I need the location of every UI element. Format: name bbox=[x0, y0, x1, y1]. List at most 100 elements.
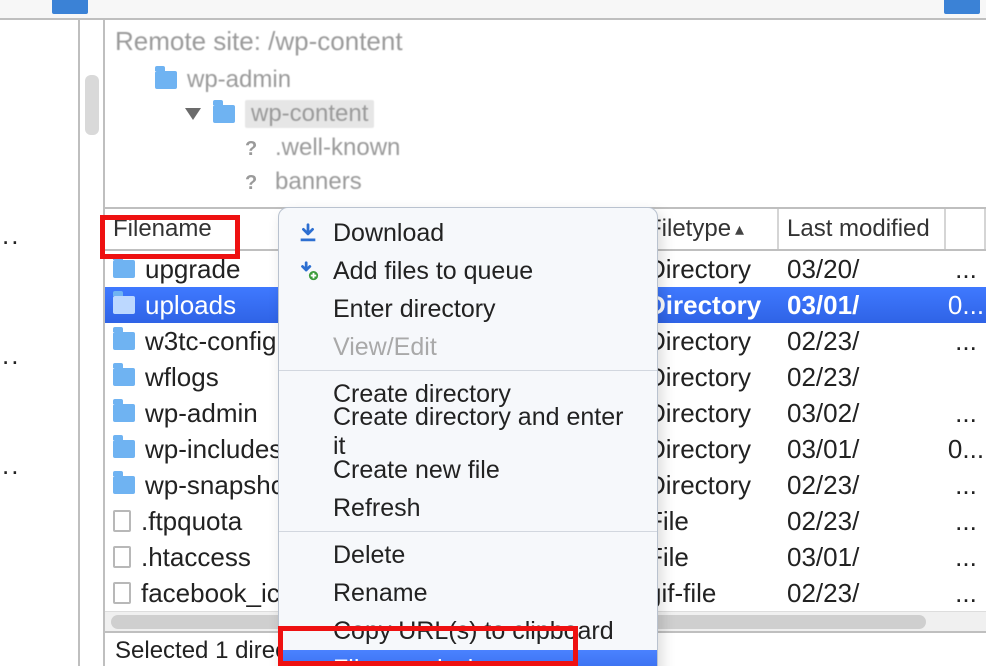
menu-item-label: Create new file bbox=[333, 456, 500, 485]
file-name-label: wp-admin bbox=[145, 398, 258, 429]
file-type-label: Directory bbox=[647, 434, 751, 464]
folder-icon bbox=[155, 71, 177, 89]
tree-item-label: .well-known bbox=[275, 134, 400, 162]
menu-item-refresh[interactable]: Refresh bbox=[279, 489, 657, 527]
file-modified-label: 03/20/ bbox=[787, 254, 859, 284]
tree-item-wp-admin[interactable]: wp-admin bbox=[115, 63, 976, 97]
file-icon bbox=[113, 510, 131, 532]
file-name-label: wp-includes bbox=[145, 434, 282, 465]
folder-icon bbox=[113, 296, 135, 314]
column-header-modified[interactable]: Last modified bbox=[779, 209, 946, 249]
file-name-label: .ftpquota bbox=[141, 506, 242, 537]
file-name-label: w3tc-config bbox=[145, 326, 277, 357]
download-icon bbox=[297, 222, 319, 244]
overflow-label: ... bbox=[955, 326, 977, 356]
file-name-label: facebook_ic bbox=[141, 578, 280, 609]
column-header-overflow[interactable] bbox=[946, 209, 986, 249]
menu-item-label: View/Edit bbox=[333, 333, 437, 362]
file-type-label: Directory bbox=[647, 470, 751, 500]
file-type-label: Directory bbox=[647, 398, 751, 428]
file-modified-label: 03/01/ bbox=[787, 290, 859, 320]
file-name-label: .htaccess bbox=[141, 542, 251, 573]
menu-item-create-and-enter[interactable]: Create directory and enter it bbox=[279, 413, 657, 451]
ellipsis-icon: .. bbox=[2, 220, 20, 251]
overflow-label: 0... bbox=[948, 434, 984, 464]
remote-tree[interactable]: Remote site: /wp-content wp-admin wp-con… bbox=[105, 20, 986, 209]
folder-icon bbox=[113, 404, 135, 422]
folder-icon bbox=[113, 476, 135, 494]
menu-item-rename[interactable]: Rename bbox=[279, 574, 657, 612]
menu-item-delete[interactable]: Delete bbox=[279, 536, 657, 574]
unknown-icon bbox=[245, 172, 265, 192]
file-modified-label: 03/01/ bbox=[787, 434, 859, 464]
toolbar bbox=[0, 0, 986, 20]
file-type-label: Directory bbox=[647, 362, 751, 392]
disclosure-triangle-icon[interactable] bbox=[185, 108, 201, 120]
menu-item-file-permissions[interactable]: File permissions... bbox=[279, 650, 657, 666]
overflow-label: ... bbox=[955, 254, 977, 284]
file-modified-label: 02/23/ bbox=[787, 470, 859, 500]
file-type-label: Directory bbox=[647, 326, 751, 356]
file-modified-label: 03/02/ bbox=[787, 398, 859, 428]
file-name-label: uploads bbox=[145, 290, 236, 321]
splitter[interactable] bbox=[80, 20, 105, 666]
file-icon bbox=[113, 546, 131, 568]
toolbar-chip-right bbox=[944, 0, 980, 14]
folder-icon bbox=[113, 332, 135, 350]
menu-item-enter-directory[interactable]: Enter directory bbox=[279, 290, 657, 328]
overflow-label: ... bbox=[955, 470, 977, 500]
file-type-label: Directory bbox=[647, 290, 761, 320]
menu-item-label: File permissions... bbox=[333, 655, 534, 666]
folder-icon bbox=[213, 105, 235, 123]
overflow-label: ... bbox=[955, 578, 977, 608]
splitter-handle-icon[interactable] bbox=[85, 75, 99, 135]
tree-item-well-known[interactable]: .well-known bbox=[115, 131, 976, 165]
file-modified-label: 02/23/ bbox=[787, 578, 859, 608]
menu-item-label: Rename bbox=[333, 579, 428, 608]
overflow-label: ... bbox=[955, 542, 977, 572]
context-menu[interactable]: Download Add files to queue Enter direct… bbox=[278, 207, 658, 666]
ellipsis-icon: .. bbox=[2, 340, 20, 371]
menu-item-add-queue[interactable]: Add files to queue bbox=[279, 252, 657, 290]
menu-item-label: Create directory and enter it bbox=[333, 403, 639, 461]
file-modified-label: 02/23/ bbox=[787, 506, 859, 536]
file-modified-label: 02/23/ bbox=[787, 326, 859, 356]
menu-item-label: Copy URL(s) to clipboard bbox=[333, 617, 614, 646]
menu-item-view-edit: View/Edit bbox=[279, 328, 657, 366]
menu-item-label: Download bbox=[333, 219, 444, 248]
toolbar-chip-left bbox=[52, 0, 88, 14]
tree-item-label: wp-admin bbox=[187, 66, 291, 94]
menu-separator bbox=[279, 531, 657, 532]
file-type-label: Directory bbox=[647, 254, 751, 284]
menu-separator bbox=[279, 370, 657, 371]
file-modified-label: 02/23/ bbox=[787, 362, 859, 392]
ellipsis-icon: .. bbox=[2, 450, 20, 481]
overflow-label: ... bbox=[955, 398, 977, 428]
menu-item-label: Enter directory bbox=[333, 295, 496, 324]
tree-item-wp-content[interactable]: wp-content bbox=[115, 97, 976, 131]
file-name-label: upgrade bbox=[145, 254, 240, 285]
column-header-filetype[interactable]: Filetype▴ bbox=[639, 209, 779, 249]
overflow-label: ... bbox=[955, 506, 977, 536]
selection-status-text: Selected 1 direct bbox=[115, 637, 294, 665]
add-queue-icon bbox=[297, 260, 319, 282]
remote-site-label: Remote site: /wp-content bbox=[115, 26, 976, 57]
folder-icon bbox=[113, 260, 135, 278]
menu-item-download[interactable]: Download bbox=[279, 214, 657, 252]
file-name-label: wflogs bbox=[145, 362, 219, 393]
menu-item-copy-url[interactable]: Copy URL(s) to clipboard bbox=[279, 612, 657, 650]
file-icon bbox=[113, 582, 131, 604]
tree-item-label: wp-content bbox=[245, 100, 374, 128]
tree-item-banners[interactable]: banners bbox=[115, 165, 976, 199]
left-local-panel: .. .. .. bbox=[0, 20, 80, 666]
menu-item-label: Add files to queue bbox=[333, 257, 533, 286]
tree-item-label: banners bbox=[275, 168, 362, 196]
menu-item-label: Delete bbox=[333, 541, 405, 570]
overflow-label: 0... bbox=[948, 290, 984, 320]
file-name-label: wp-snapshot bbox=[145, 470, 292, 501]
folder-icon bbox=[113, 440, 135, 458]
unknown-icon bbox=[245, 138, 265, 158]
file-modified-label: 03/01/ bbox=[787, 542, 859, 572]
menu-item-label: Refresh bbox=[333, 494, 421, 523]
sort-ascending-icon: ▴ bbox=[735, 219, 744, 240]
